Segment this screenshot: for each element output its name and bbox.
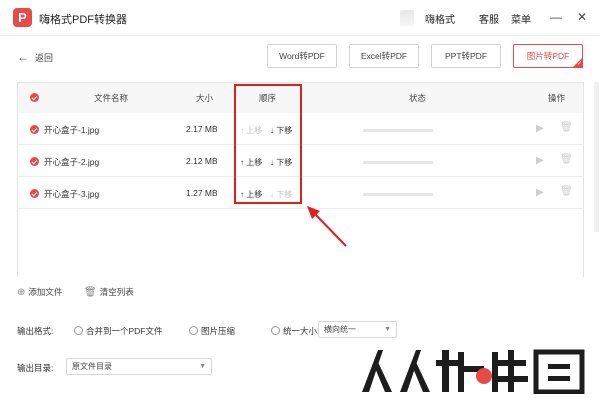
header-name: 文件名称 [94, 93, 129, 103]
trash-icon[interactable]: 🗑 [560, 154, 573, 165]
output-format-label: 输出格式: [17, 326, 54, 336]
clear-list-label: 清空列表 [99, 287, 134, 297]
scrollbar[interactable] [594, 82, 599, 232]
add-file-button[interactable]: ⊕ 添加文件 [17, 286, 62, 298]
play-icon[interactable]: ▶ [536, 187, 544, 198]
radio-merge-pdf[interactable]: 合并到一个PDF文件 [74, 325, 163, 337]
site-watermark-logo [362, 349, 585, 394]
uniform-size-value: 横向统一 [324, 325, 356, 334]
output-dir-label: 输出目录: [17, 363, 54, 373]
select-all-checkbox[interactable] [30, 93, 39, 102]
menu-support[interactable]: 客服 [479, 11, 499, 26]
user-avatar[interactable] [400, 10, 414, 26]
radio-circle-icon [74, 326, 83, 335]
file-size: 2.12 MB [186, 156, 218, 166]
app-title: 嗨格式PDF转换器 [39, 14, 127, 26]
mode-word-to-pdf[interactable]: Word转PDF [267, 44, 337, 68]
mode-image-to-pdf[interactable]: 图片转PDF ✓ [513, 44, 583, 68]
back-label: 返回 [35, 53, 54, 63]
progress-bar [363, 161, 433, 164]
file-size: 1.27 MB [186, 188, 218, 198]
mode-image-to-pdf-label: 图片转PDF [526, 51, 570, 61]
app-logo: P [13, 8, 32, 27]
trash-icon[interactable]: 🗑 [560, 122, 573, 133]
radio-compress-label: 图片压缩 [201, 326, 236, 336]
radio-merge-pdf-label: 合并到一个PDF文件 [86, 326, 163, 336]
radio-circle-icon [271, 326, 280, 335]
plus-circle-icon: ⊕ [17, 287, 26, 298]
order-column-highlight [234, 84, 302, 204]
radio-uniform-size[interactable]: 统一大小: [271, 325, 319, 337]
close-button[interactable]: ✕ [577, 9, 587, 25]
file-name: 开心盒子-2.jpg [44, 157, 100, 167]
row-checkbox[interactable] [30, 189, 39, 198]
mode-excel-to-pdf[interactable]: Excel转PDF [349, 44, 419, 68]
progress-bar [363, 129, 433, 132]
trash-icon: 🗑 [84, 287, 97, 298]
chevron-down-icon: ▼ [199, 363, 206, 370]
radio-uniform-size-label: 统一大小: [283, 326, 320, 336]
row-checkbox[interactable] [30, 157, 39, 166]
output-dir-value: 原文件目录 [72, 362, 112, 371]
file-name: 开心盒子-1.jpg [44, 125, 100, 135]
arrow-left-icon: ← [17, 50, 29, 64]
uniform-size-select[interactable]: 横向统一 ▼ [318, 321, 397, 338]
title-bar: P 嗨格式PDF转换器 嗨格式 客服 菜单 — ✕ [0, 0, 600, 36]
add-file-label: 添加文件 [28, 287, 63, 297]
menu-main[interactable]: 菜单 [511, 11, 531, 26]
row-checkbox[interactable] [30, 125, 39, 134]
header-status: 状态 [409, 93, 427, 103]
trash-icon[interactable]: 🗑 [560, 186, 573, 197]
back-button[interactable]: ← 返回 [17, 50, 53, 64]
clear-list-button[interactable]: 🗑 清空列表 [84, 286, 134, 298]
header-size: 大小 [196, 93, 214, 103]
minimize-button[interactable]: — [550, 9, 562, 25]
radio-compress[interactable]: 图片压缩 [189, 325, 235, 337]
file-size: 2.17 MB [186, 124, 218, 134]
menu-account[interactable]: 嗨格式 [425, 11, 455, 26]
progress-bar [363, 193, 433, 196]
chevron-down-icon: ▼ [384, 326, 391, 333]
play-icon[interactable]: ▶ [536, 123, 544, 134]
checkmark-icon: ✓ [576, 61, 582, 67]
play-icon[interactable]: ▶ [536, 155, 544, 166]
radio-circle-icon [189, 326, 198, 335]
mode-ppt-to-pdf[interactable]: PPT转PDF [431, 44, 501, 68]
header-actions: 操作 [548, 93, 566, 103]
file-name: 开心盒子-3.jpg [44, 189, 100, 199]
output-dir-select[interactable]: 原文件目录 ▼ [66, 358, 212, 375]
